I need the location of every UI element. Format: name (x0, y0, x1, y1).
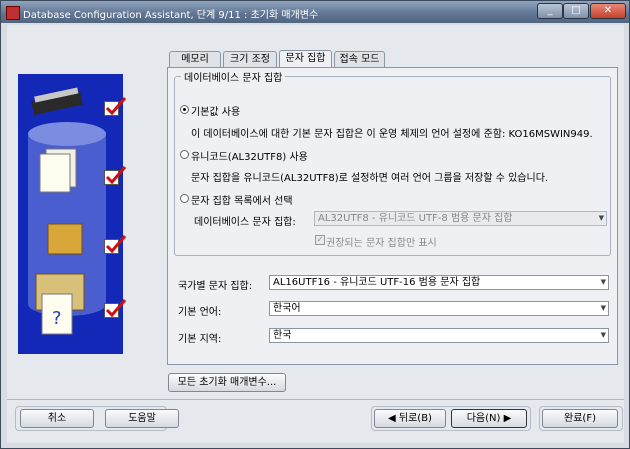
tab-memory[interactable]: 메모리 (169, 51, 221, 67)
step-checkbox (104, 235, 127, 254)
group-legend: 데이터베이스 문자 집합 (181, 69, 286, 84)
recommended-only-label: 권장되는 문자 집합만 표시 (326, 238, 437, 249)
step-checkbox (104, 299, 127, 318)
left-arrow-icon: ◀ (388, 413, 399, 424)
unicode-description: 문자 집합을 유니코드(AL32UTF8)로 설정하면 여러 언어 그룹을 저장… (191, 173, 549, 184)
db-charset-value: AL32UTF8 - 유니코드 UTF-8 범용 문자 집합 (318, 213, 513, 224)
default-territory-select[interactable]: 한국 ▼ (269, 328, 609, 343)
default-charset-description: 이 데이터베이스에 대한 기본 문자 집합은 이 운영 체제의 언어 설정에 준… (191, 129, 593, 140)
back-button[interactable]: ◀ 뒤로(B) (374, 409, 446, 428)
default-language-label: 기본 언어: (178, 307, 222, 318)
dropdown-arrow-icon: ▼ (600, 278, 606, 286)
radio-choose-from-list-label[interactable]: 문자 집합 목록에서 선택 (191, 192, 293, 207)
maximize-button[interactable]: □ (563, 3, 589, 19)
checkmark-icon (105, 97, 127, 116)
cancel-button[interactable]: 취소 (20, 409, 94, 428)
step-checkbox (104, 97, 127, 116)
title-bar: Database Configuration Assistant, 단계 9/1… (1, 1, 629, 23)
tab-connection-mode[interactable]: 접속 모드 (334, 51, 385, 67)
checkmark-icon (105, 235, 127, 254)
next-button-label: 다음(N) (466, 413, 501, 424)
checkmark-icon (105, 299, 127, 318)
dbca-window: Database Configuration Assistant, 단계 9/1… (0, 0, 630, 449)
radio-use-unicode[interactable] (180, 150, 189, 159)
minimize-button[interactable]: _ (537, 3, 563, 19)
default-language-value: 한국어 (273, 303, 301, 314)
tab-sizing[interactable]: 크기 조정 (223, 51, 277, 67)
help-button[interactable]: 도움말 (105, 409, 179, 428)
radio-use-unicode-label[interactable]: 유니코드(AL32UTF8) 사용 (191, 148, 308, 163)
dropdown-arrow-icon: ▼ (598, 214, 604, 222)
tab-character-sets[interactable]: 문자 집합 (279, 50, 332, 67)
db-charset-label: 데이터베이스 문자 집합: (194, 217, 296, 228)
back-button-label: 뒤로(B) (398, 413, 432, 424)
all-init-params-button[interactable]: 모든 초기화 매개변수... (168, 373, 286, 392)
close-button[interactable]: ✕ (590, 3, 626, 19)
finish-button[interactable]: 완료(F) (542, 409, 618, 428)
national-charset-value: AL16UTF16 - 유니코드 UTF-16 범용 문자 집합 (273, 277, 481, 288)
national-charset-label: 국가별 문자 집합: (178, 281, 253, 292)
app-icon (6, 6, 20, 20)
default-territory-value: 한국 (273, 330, 292, 341)
recommended-only-checkbox[interactable]: ✓ (315, 235, 325, 245)
default-language-select[interactable]: 한국어 ▼ (269, 301, 609, 316)
next-button[interactable]: 다음(N) ▶ (451, 409, 527, 428)
separator (7, 399, 624, 400)
national-charset-select[interactable]: AL16UTF16 - 유니코드 UTF-16 범용 문자 집합 ▼ (269, 275, 609, 290)
svg-text:?: ? (52, 308, 62, 329)
dropdown-arrow-icon: ▼ (600, 304, 606, 312)
db-charset-select[interactable]: AL32UTF8 - 유니코드 UTF-8 범용 문자 집합 ▼ (314, 211, 607, 226)
default-territory-label: 기본 지역: (178, 334, 222, 345)
step-checkbox (104, 166, 127, 185)
window-title: Database Configuration Assistant, 단계 9/1… (23, 10, 319, 21)
right-arrow-icon: ▶ (500, 413, 512, 424)
checkmark-icon (105, 166, 127, 185)
radio-use-default-label[interactable]: 기본값 사용 (191, 103, 240, 118)
radio-choose-from-list[interactable] (180, 194, 189, 203)
radio-use-default[interactable] (180, 105, 189, 114)
dropdown-arrow-icon: ▼ (600, 331, 606, 339)
